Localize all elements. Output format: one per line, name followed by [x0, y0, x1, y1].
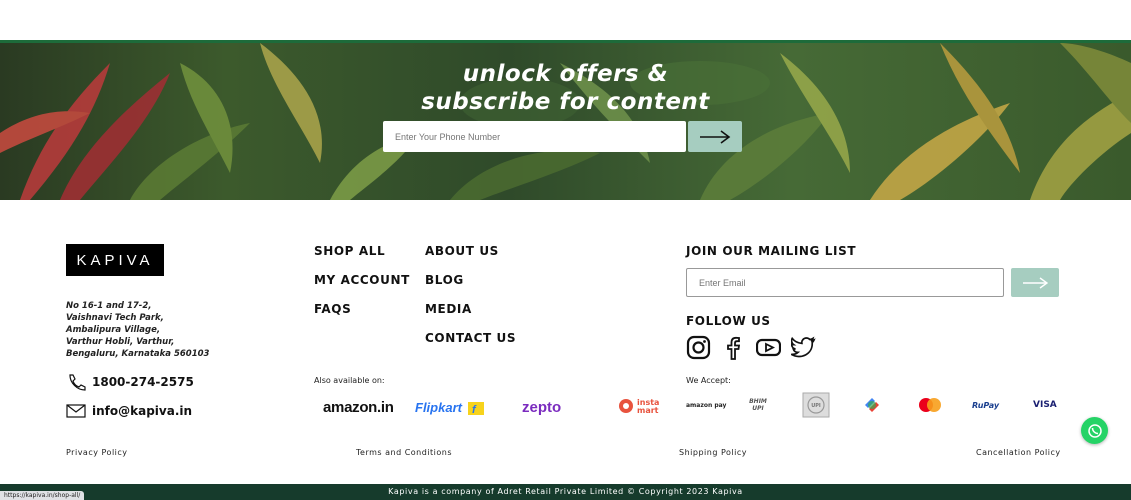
- subscribe-banner: unlock offers & subscribe for content: [0, 43, 1131, 200]
- nav-contact-us[interactable]: CONTACT US: [425, 331, 516, 360]
- also-available-label: Also available on:: [314, 376, 385, 385]
- bhim-upi-logo: BHIM UPI: [745, 396, 771, 414]
- we-accept-label: We Accept:: [686, 376, 731, 385]
- instamart-pin-icon: [619, 399, 633, 413]
- address-line: Ambalipura Village,: [66, 325, 161, 335]
- phone-number-input[interactable]: [383, 121, 686, 152]
- upi-qr-icon: UPI: [802, 392, 830, 418]
- whatsapp-chat-button[interactable]: [1081, 417, 1108, 444]
- footer-nav-col2: ABOUT US BLOG MEDIA CONTACT US: [425, 244, 516, 360]
- nav-media[interactable]: MEDIA: [425, 302, 516, 331]
- twitter-icon[interactable]: [790, 335, 816, 360]
- google-pay-logo: [862, 396, 882, 414]
- flipkart-label: Flipkart: [415, 399, 462, 415]
- nav-about-us[interactable]: ABOUT US: [425, 244, 516, 273]
- kapiva-logo[interactable]: KAPIVA: [66, 244, 164, 276]
- copyright-bar: Kapiva is a company of Adret Retail Priv…: [0, 484, 1131, 500]
- youtube-icon[interactable]: [755, 335, 782, 360]
- amazon-pay-logo: amazon pay: [686, 401, 727, 409]
- flipkart-bag-icon: f: [467, 402, 484, 416]
- phone-icon: [69, 374, 86, 391]
- email-address: info@kapiva.in: [92, 404, 193, 418]
- facebook-icon[interactable]: [721, 335, 746, 360]
- top-white-area: [0, 0, 1131, 40]
- phone-number: 1800-274-2575: [92, 375, 194, 389]
- visa-logo: VISA: [1033, 400, 1057, 410]
- privacy-policy-link[interactable]: Privacy Policy: [66, 448, 128, 457]
- mail-icon: [66, 404, 86, 418]
- footer-nav-col1: SHOP ALL MY ACCOUNT FAQS: [314, 244, 410, 331]
- bhim-upi-label: BHIM UPI: [749, 398, 767, 412]
- arrow-right-icon: [1023, 276, 1048, 289]
- instamart-store-link[interactable]: insta mart: [617, 396, 661, 418]
- address-line: Bengaluru, Karnataka 560103: [66, 349, 210, 359]
- company-address: No 16-1 and 17-2, Vaishnavi Tech Park, A…: [66, 300, 266, 360]
- browser-status-url: https://kapiva.in/shop-all/: [0, 491, 85, 500]
- cancellation-policy-link[interactable]: Cancellation Policy: [976, 448, 1061, 457]
- nav-my-account[interactable]: MY ACCOUNT: [314, 273, 410, 302]
- rupay-logo: RuPay: [972, 400, 1000, 410]
- instagram-icon[interactable]: [686, 335, 711, 360]
- upi-logo: UPI: [802, 392, 830, 418]
- follow-us-heading: FOLLOW US: [686, 314, 771, 328]
- social-links: [686, 335, 816, 360]
- address-line: Vaishnavi Tech Park,: [66, 313, 164, 323]
- whatsapp-icon: [1087, 423, 1102, 438]
- email-input[interactable]: [686, 268, 1004, 297]
- phone-submit-button[interactable]: [688, 121, 742, 152]
- shipping-policy-link[interactable]: Shipping Policy: [679, 448, 747, 457]
- banner-title-line1: unlock offers &: [462, 61, 669, 87]
- amazon-store-link[interactable]: amazon.in: [323, 396, 394, 418]
- instamart-label: insta mart: [637, 398, 660, 415]
- mastercard-icon: [919, 398, 941, 412]
- google-pay-icon: [865, 398, 879, 412]
- nav-shop-all[interactable]: SHOP ALL: [314, 244, 410, 273]
- arrow-right-icon: [700, 129, 731, 144]
- address-line: Varthur Hobli, Varthur,: [66, 337, 175, 347]
- mailing-list-heading: JOIN OUR MAILING LIST: [686, 244, 857, 258]
- email-submit-button[interactable]: [1011, 268, 1059, 297]
- address-line: No 16-1 and 17-2,: [66, 301, 152, 311]
- nav-faqs[interactable]: FAQS: [314, 302, 410, 331]
- terms-link[interactable]: Terms and Conditions: [356, 448, 452, 457]
- flipkart-store-link[interactable]: Flipkart f: [415, 396, 486, 418]
- nav-blog[interactable]: BLOG: [425, 273, 516, 302]
- mastercard-logo: [918, 396, 942, 414]
- phone-contact[interactable]: 1800-274-2575: [66, 373, 194, 391]
- banner-title-line2: subscribe for content: [421, 89, 710, 115]
- email-contact[interactable]: info@kapiva.in: [66, 404, 192, 418]
- upi-label: UPI: [811, 403, 821, 409]
- zepto-store-link[interactable]: zepto: [522, 396, 561, 418]
